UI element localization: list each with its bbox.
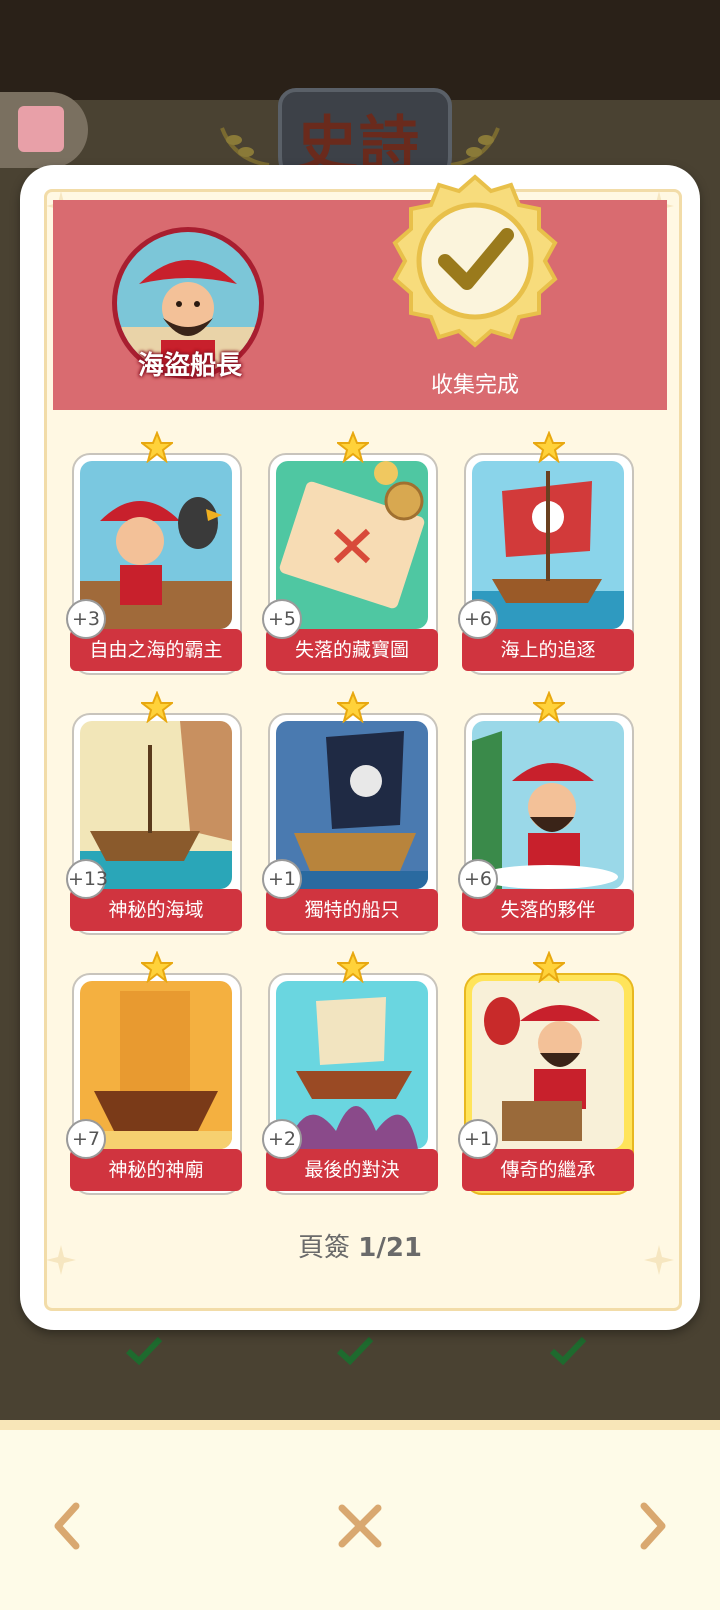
checkmark-icon bbox=[549, 1336, 587, 1365]
card-image bbox=[80, 461, 232, 629]
card-final-showdown[interactable]: 最後的對決 +2 bbox=[262, 951, 438, 1195]
star-icon bbox=[533, 691, 565, 723]
duplicate-count-badge: +5 bbox=[262, 599, 302, 639]
card-image bbox=[276, 981, 428, 1149]
laurel-right-icon bbox=[450, 127, 500, 167]
duplicate-count-badge: +2 bbox=[262, 1119, 302, 1159]
card-image bbox=[472, 721, 624, 889]
star-icon bbox=[337, 951, 369, 983]
card-lost-treasure-map[interactable]: 失落的藏寶圖 +5 bbox=[262, 431, 438, 675]
duplicate-count-badge: +7 bbox=[66, 1119, 106, 1159]
duplicate-count-badge: +6 bbox=[458, 859, 498, 899]
star-icon bbox=[533, 951, 565, 983]
star-icon bbox=[337, 691, 369, 723]
card-image bbox=[80, 721, 232, 889]
card-unique-ship[interactable]: 獨特的船只 +1 bbox=[262, 691, 438, 935]
collection-modal: 海盜船長 收集完成 自由之海的霸主 +3 失落的藏寶圖 +5 海上的追逐 +6 bbox=[20, 165, 700, 1330]
chevron-right-icon[interactable] bbox=[620, 1496, 680, 1556]
page-indicator: 頁簽 1/21 bbox=[260, 1227, 460, 1264]
card-chase-at-sea[interactable]: 海上的追逐 +6 bbox=[458, 431, 634, 675]
page-value: 1/21 bbox=[358, 1233, 423, 1263]
chevron-left-icon[interactable] bbox=[40, 1496, 100, 1556]
collection-complete-label: 收集完成 bbox=[430, 373, 519, 398]
duplicate-count-badge: +1 bbox=[458, 1119, 498, 1159]
corner-sparkle-icon bbox=[644, 1245, 674, 1275]
top-dim-area bbox=[0, 0, 720, 100]
duplicate-count-badge: +6 bbox=[458, 599, 498, 639]
card-legendary-inheritance[interactable]: 傳奇的繼承 +1 bbox=[458, 951, 634, 1195]
collection-complete-seal-icon bbox=[392, 174, 558, 348]
card-overlord-of-free-seas[interactable]: 自由之海的霸主 +3 bbox=[66, 431, 242, 675]
card-mysterious-waters[interactable]: 神秘的海域 +13 bbox=[66, 691, 242, 935]
cat-avatar-icon bbox=[18, 106, 64, 152]
star-icon bbox=[533, 431, 565, 463]
laurel-left-icon bbox=[220, 127, 270, 167]
checkmark-icon bbox=[125, 1336, 163, 1365]
character-name: 海盜船長 bbox=[137, 351, 242, 381]
star-icon bbox=[337, 431, 369, 463]
star-icon bbox=[141, 951, 173, 983]
duplicate-count-badge: +3 bbox=[66, 599, 106, 639]
star-icon bbox=[141, 691, 173, 723]
checkmark-icon bbox=[336, 1336, 374, 1365]
card-image bbox=[276, 721, 428, 889]
duplicate-count-badge: +1 bbox=[262, 859, 302, 899]
duplicate-count-badge: +13 bbox=[66, 859, 108, 899]
corner-sparkle-icon bbox=[46, 1245, 76, 1275]
player-avatar[interactable] bbox=[0, 92, 88, 168]
page-label: 頁簽 bbox=[297, 1233, 350, 1263]
card-image bbox=[472, 981, 624, 1149]
card-image bbox=[472, 461, 624, 629]
card-image bbox=[276, 461, 428, 629]
card-lost-companion[interactable]: 失落的夥伴 +6 bbox=[458, 691, 634, 935]
close-icon[interactable] bbox=[330, 1496, 390, 1556]
card-mysterious-temple[interactable]: 神秘的神廟 +7 bbox=[66, 951, 242, 1195]
star-icon bbox=[141, 431, 173, 463]
card-image bbox=[80, 981, 232, 1149]
